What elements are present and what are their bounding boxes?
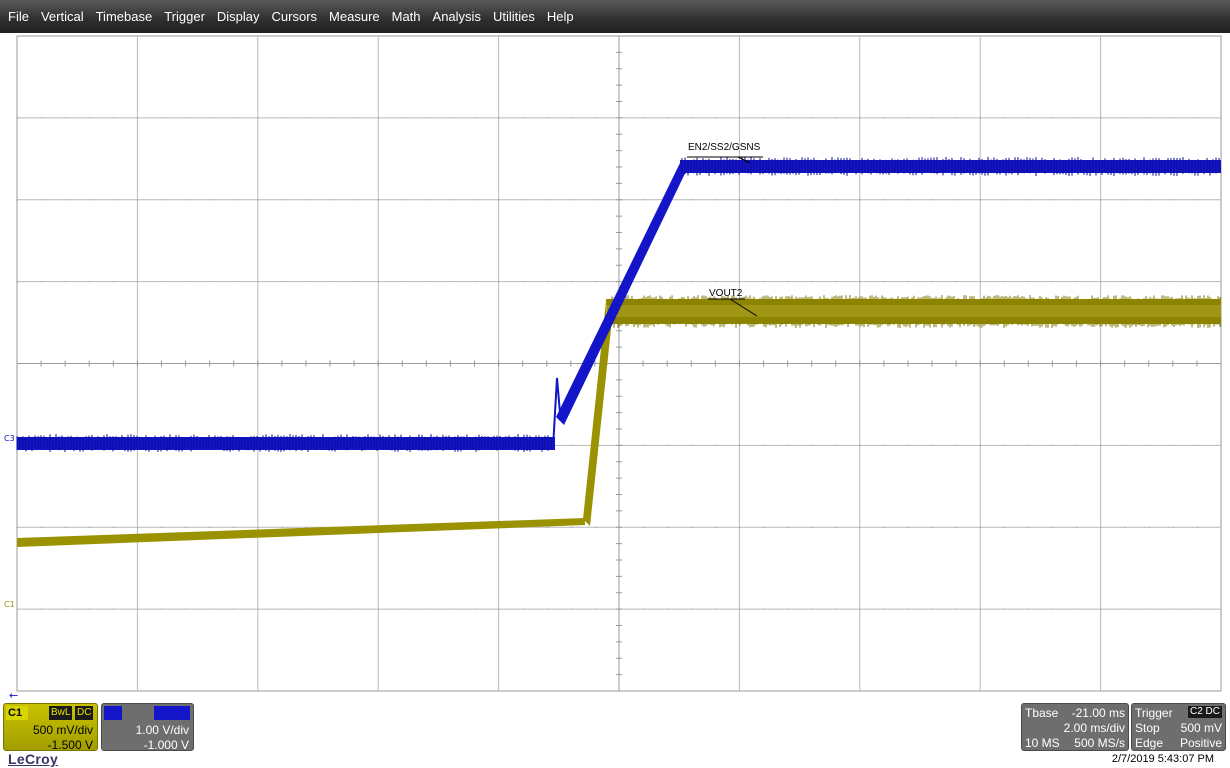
timebase-samples: 10 MS bbox=[1025, 736, 1060, 750]
timebase-scale: 2.00 ms/div bbox=[1063, 721, 1125, 735]
timebase-descriptor[interactable]: Tbase -21.00 ms 2.00 ms/div 10 MS 500 MS… bbox=[1021, 703, 1129, 751]
trigger-mode: Stop bbox=[1135, 721, 1160, 735]
menu-timebase[interactable]: Timebase bbox=[90, 0, 159, 33]
trigger-type: Edge bbox=[1135, 736, 1164, 750]
timebase-rate: 500 MS/s bbox=[1074, 736, 1125, 750]
channel3-descriptor[interactable]: 1.00 V/div -1.000 V bbox=[101, 703, 194, 752]
menu-analysis[interactable]: Analysis bbox=[427, 0, 487, 33]
trigger-descriptor[interactable]: Trigger C2 DC Stop 500 mV Edge Positive bbox=[1131, 703, 1226, 751]
brand-logo: LeCroy bbox=[8, 751, 59, 767]
trigger-source-badge: C2 DC bbox=[1187, 706, 1222, 718]
menu-utilities[interactable]: Utilities bbox=[487, 0, 541, 33]
channel1-scale: 500 mV/div bbox=[32, 723, 93, 737]
trigger-position-arrow-icon: ← bbox=[9, 689, 19, 702]
menu-measure[interactable]: Measure bbox=[323, 0, 386, 33]
menu-vertical[interactable]: Vertical bbox=[35, 0, 90, 33]
status-panel: C1 BwL DC 500 mV/div -1.500 V 1.00 V/div… bbox=[0, 701, 1230, 768]
channel3-tag bbox=[104, 706, 122, 720]
channel1-offset: -1.500 V bbox=[47, 738, 93, 752]
scope-graticule bbox=[16, 35, 1222, 692]
menu-math[interactable]: Math bbox=[386, 0, 427, 33]
channel1-tag: C1 bbox=[6, 706, 28, 720]
channel3-badge bbox=[154, 706, 190, 720]
capture-timestamp: 2/7/2019 5:43:07 PM bbox=[1111, 753, 1214, 765]
timebase-title: Tbase bbox=[1025, 706, 1059, 720]
ch3-ground-marker[interactable]: C3 bbox=[4, 435, 15, 443]
menu-display[interactable]: Display bbox=[211, 0, 266, 33]
channel3-scale: 1.00 V/div bbox=[135, 723, 189, 737]
menu-cursors[interactable]: Cursors bbox=[266, 0, 324, 33]
trigger-level: 500 mV bbox=[1180, 721, 1222, 735]
ch1-ground-marker[interactable]: C1 bbox=[4, 601, 15, 609]
waveform-display[interactable]: EN2/SS2/GSNS VOUT2 C3 C1 ← bbox=[0, 33, 1230, 701]
trace-label-ch3: EN2/SS2/GSNS bbox=[688, 142, 761, 153]
menu-file[interactable]: File bbox=[2, 0, 35, 33]
menu-trigger[interactable]: Trigger bbox=[158, 0, 211, 33]
timebase-delay: -21.00 ms bbox=[1071, 706, 1125, 720]
channel1-coupling-badge: DC bbox=[75, 706, 94, 720]
trigger-title: Trigger bbox=[1135, 706, 1173, 720]
trace-label-ch1: VOUT2 bbox=[709, 288, 743, 299]
channel3-offset: -1.000 V bbox=[143, 738, 189, 752]
trigger-slope: Positive bbox=[1179, 736, 1222, 750]
menu-help[interactable]: Help bbox=[541, 0, 580, 33]
menu-bar: File Vertical Timebase Trigger Display C… bbox=[0, 0, 1230, 33]
channel1-descriptor[interactable]: C1 BwL DC 500 mV/div -1.500 V bbox=[3, 703, 98, 752]
channel1-bwl-badge: BwL bbox=[49, 706, 73, 720]
